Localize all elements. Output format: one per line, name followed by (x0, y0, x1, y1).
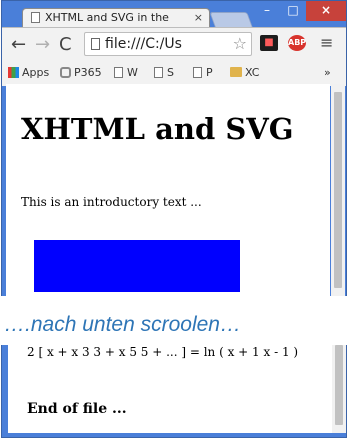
folder-icon (230, 67, 242, 77)
vertical-scrollbar[interactable] (331, 84, 345, 296)
page-icon (31, 12, 40, 23)
reload-icon[interactable]: C (59, 34, 72, 55)
bookmarks-overflow[interactable]: » (324, 66, 331, 79)
tab-close-icon[interactable]: × (194, 9, 203, 27)
bookmark-star-icon[interactable]: ☆ (233, 34, 247, 53)
bookmark-xc[interactable]: XC (230, 66, 259, 79)
page-icon (154, 67, 163, 78)
url-text[interactable]: file:///C:/Us (105, 36, 229, 52)
scroll-caption: ….nach unten scroolen… (4, 313, 241, 336)
vertical-scrollbar[interactable] (332, 345, 346, 433)
minimize-button[interactable]: – (254, 1, 280, 21)
menu-icon[interactable]: ≡ (320, 33, 333, 52)
page-icon (193, 67, 202, 78)
new-tab-button[interactable] (209, 12, 253, 27)
math-formula: 2 [ x + x 3 3 + x 5 5 + ... ] = ln ( x +… (27, 345, 299, 359)
svg-rectangle (34, 240, 240, 292)
extension-icon[interactable]: ■ (260, 35, 278, 51)
forward-icon[interactable]: → (35, 34, 50, 55)
address-bar[interactable]: file:///C:/Us ☆ (84, 32, 252, 56)
close-button[interactable]: × (306, 1, 346, 21)
bookmark-apps[interactable]: Apps (8, 66, 49, 79)
tab-title: XHTML and SVG in the (45, 11, 169, 24)
p365-icon (60, 67, 71, 78)
scrollbar-thumb[interactable] (335, 345, 343, 425)
bookmark-s[interactable]: S (154, 66, 174, 79)
bookmark-p365[interactable]: P365 (60, 66, 102, 79)
end-of-file-text: End of file ... (27, 401, 127, 417)
maximize-button[interactable]: □ (280, 1, 306, 21)
page-content-top: XHTML and SVG This is an introductory te… (6, 84, 330, 296)
title-bar: XHTML and SVG in the × – □ × (2, 1, 346, 28)
browser-window-bottom: 2 [ x + x 3 3 + x 5 5 + ... ] = ln ( x +… (1, 345, 347, 438)
page-icon (91, 38, 100, 50)
browser-toolbar: ← → C file:///C:/Us ☆ ■ ABP ≡ Apps P365 … (2, 27, 346, 86)
bookmark-p[interactable]: P (193, 66, 213, 79)
tab-active[interactable]: XHTML and SVG in the × (22, 8, 210, 28)
back-icon[interactable]: ← (11, 34, 26, 55)
page-title: XHTML and SVG (21, 112, 294, 146)
page-content-bottom: 2 [ x + x 3 3 + x 5 5 + ... ] = ln ( x +… (8, 345, 332, 433)
page-icon (114, 67, 123, 78)
bookmarks-bar: Apps P365 W S P XC » (2, 62, 346, 84)
apps-icon (8, 67, 19, 78)
adblock-icon[interactable]: ABP (288, 35, 306, 51)
bookmark-w[interactable]: W (114, 66, 138, 79)
scrollbar-thumb[interactable] (334, 92, 342, 288)
intro-text: This is an introductory text ... (21, 195, 202, 209)
